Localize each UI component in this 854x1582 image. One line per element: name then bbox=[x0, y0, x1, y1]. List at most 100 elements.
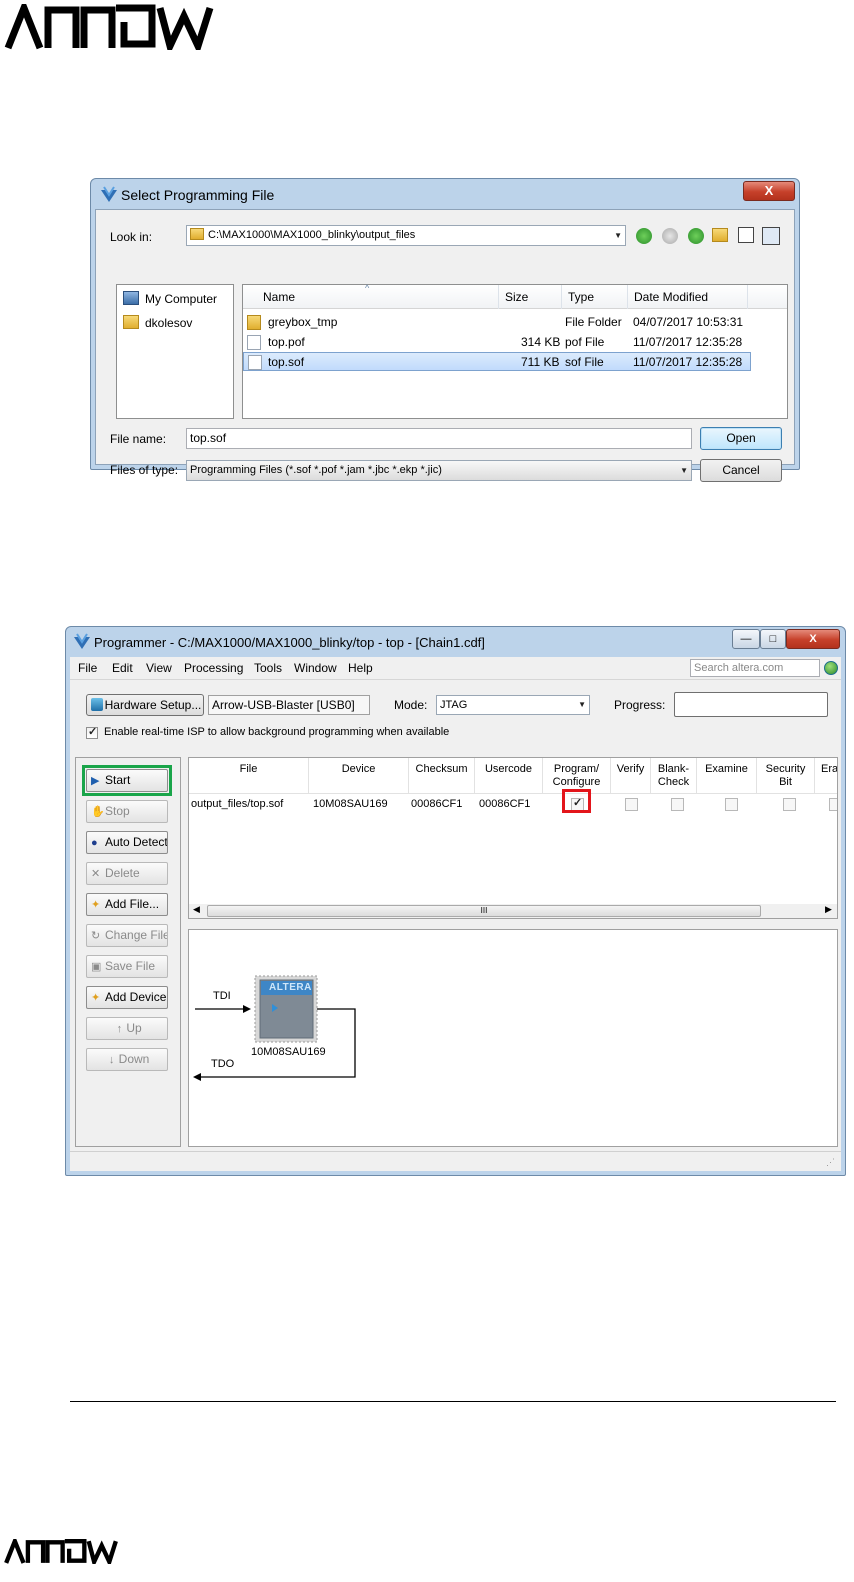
hardware-value: Arrow-USB-Blaster [USB0] bbox=[208, 695, 370, 715]
hardware-setup-button[interactable]: Hardware Setup... bbox=[86, 694, 204, 716]
place-my-computer[interactable]: My Computer bbox=[123, 291, 217, 306]
security-bit-checkbox[interactable] bbox=[783, 798, 796, 811]
save-file-icon: ▣ bbox=[91, 961, 102, 973]
down-button[interactable]: ↓ Down bbox=[86, 1048, 168, 1071]
computer-icon bbox=[123, 291, 139, 305]
files-of-type-value: Programming Files (*.sof *.pof *.jam *.j… bbox=[190, 464, 442, 476]
files-of-type-label: Files of type: bbox=[110, 463, 179, 477]
isp-checkbox[interactable] bbox=[86, 725, 98, 739]
dialog-close-button[interactable]: X bbox=[743, 181, 795, 201]
hardware-setup-label: Hardware Setup... bbox=[104, 698, 202, 712]
erase-checkbox[interactable] bbox=[829, 798, 837, 811]
progress-label: Progress: bbox=[614, 698, 666, 712]
tdo-arrow bbox=[193, 1073, 201, 1081]
up-folder-icon[interactable] bbox=[688, 228, 704, 244]
quartus-app-icon bbox=[101, 186, 117, 202]
header-device[interactable]: Device bbox=[309, 758, 409, 794]
globe-icon[interactable] bbox=[824, 661, 838, 675]
save-file-button[interactable]: ▣ Save File bbox=[86, 955, 168, 978]
hardware-icon bbox=[91, 698, 103, 711]
file-date: 11/07/2017 12:35:28 bbox=[633, 335, 743, 349]
cell-file[interactable]: output_files/top.sof bbox=[191, 798, 283, 810]
jtag-chain-view: ALTERA TDI TDO 10M08SAU169 bbox=[188, 929, 838, 1147]
scroll-right-icon[interactable]: ▶ bbox=[825, 904, 832, 915]
file-size: 711 KB bbox=[521, 355, 560, 369]
file-date: 11/07/2017 12:35:28 bbox=[633, 355, 743, 369]
files-of-type-combo[interactable]: Programming Files (*.sof *.pof *.jam *.j… bbox=[186, 460, 692, 481]
chevron-down-icon: ▼ bbox=[578, 700, 586, 709]
change-file-button[interactable]: ↻ Change File bbox=[86, 924, 168, 947]
header-examine[interactable]: Examine bbox=[697, 758, 757, 794]
place-dkolesov[interactable]: dkolesov bbox=[123, 315, 192, 330]
menu-bar: File Edit View Processing Tools Window H… bbox=[70, 657, 841, 679]
back-icon[interactable] bbox=[636, 228, 652, 244]
file-row-selected[interactable]: top.sof 711 KB sof File 11/07/2017 12:35… bbox=[243, 352, 751, 371]
chevron-down-icon: ▼ bbox=[614, 231, 622, 240]
mode-combo[interactable]: JTAG ▼ bbox=[436, 695, 590, 715]
file-name-field[interactable]: top.sof bbox=[186, 428, 692, 449]
add-device-button[interactable]: ✦ Add Device... bbox=[86, 986, 168, 1009]
auto-detect-button[interactable]: ● Auto Detect bbox=[86, 831, 168, 854]
file-date: 04/07/2017 10:53:31 bbox=[633, 315, 744, 329]
file-list-header: Name ^ Size Type Date Modified bbox=[243, 283, 787, 309]
menu-processing[interactable]: Processing bbox=[184, 661, 243, 675]
list-view-icon[interactable] bbox=[738, 227, 754, 243]
header-security-bit[interactable]: Security Bit bbox=[757, 758, 815, 794]
chip-label[interactable]: 10M08SAU169 bbox=[251, 1046, 326, 1058]
delete-button[interactable]: ✕ Delete bbox=[86, 862, 168, 885]
blank-check-checkbox[interactable] bbox=[671, 798, 684, 811]
up-button[interactable]: ↑ Up bbox=[86, 1017, 168, 1040]
menu-tools[interactable]: Tools bbox=[254, 661, 282, 675]
header-file[interactable]: File bbox=[189, 758, 309, 794]
menu-view[interactable]: View bbox=[146, 661, 172, 675]
file-type: pof File bbox=[565, 335, 605, 349]
file-size: 314 KB bbox=[521, 335, 561, 349]
forward-icon[interactable] bbox=[662, 228, 678, 244]
resize-grip-icon[interactable]: ⋰ bbox=[826, 1157, 835, 1168]
column-date-modified[interactable]: Date Modified bbox=[628, 285, 748, 309]
add-file-button[interactable]: ✦ Add File... bbox=[86, 893, 168, 916]
column-name[interactable]: Name bbox=[243, 285, 499, 309]
dialog-body: Look in: C:\MAX1000\MAX1000_blinky\outpu… bbox=[95, 209, 795, 482]
stop-label: Stop bbox=[105, 804, 130, 818]
folder-icon bbox=[190, 228, 204, 240]
maximize-button[interactable]: □ bbox=[760, 629, 786, 649]
header-verify[interactable]: Verify bbox=[611, 758, 651, 794]
cell-device[interactable]: 10M08SAU169 bbox=[313, 798, 388, 810]
header-blank-check[interactable]: Blank- Check bbox=[651, 758, 697, 794]
header-erase[interactable]: Eras bbox=[815, 758, 837, 794]
search-input[interactable]: Search altera.com bbox=[690, 659, 820, 677]
hardware-bar: Hardware Setup... Arrow-USB-Blaster [USB… bbox=[70, 679, 841, 749]
minimize-button[interactable]: — bbox=[732, 629, 760, 649]
verify-checkbox[interactable] bbox=[625, 798, 638, 811]
close-button[interactable]: X bbox=[786, 629, 840, 649]
file-type: File Folder bbox=[565, 315, 622, 329]
column-size[interactable]: Size bbox=[499, 285, 562, 309]
add-device-icon: ✦ bbox=[91, 992, 101, 1004]
file-row[interactable]: top.pof 314 KB pof File 11/07/2017 12:35… bbox=[243, 333, 751, 352]
menu-window[interactable]: Window bbox=[294, 661, 337, 675]
add-file-icon: ✦ bbox=[91, 899, 101, 911]
horizontal-scrollbar[interactable]: ◀ III ▶ bbox=[189, 904, 837, 918]
stop-button[interactable]: ✋Stop bbox=[86, 800, 168, 823]
place-label: My Computer bbox=[145, 292, 218, 306]
menu-help[interactable]: Help bbox=[348, 661, 373, 675]
file-list: Name ^ Size Type Date Modified greybox_t… bbox=[242, 283, 788, 419]
detail-view-icon[interactable] bbox=[762, 227, 780, 245]
look-in-combo[interactable]: C:\MAX1000\MAX1000_blinky\output_files ▼ bbox=[186, 225, 626, 246]
scroll-thumb[interactable]: III bbox=[207, 905, 761, 917]
file-row[interactable]: greybox_tmp File Folder 04/07/2017 10:53… bbox=[243, 313, 751, 332]
new-folder-icon[interactable] bbox=[712, 228, 728, 242]
open-button[interactable]: Open bbox=[700, 427, 782, 450]
examine-checkbox[interactable] bbox=[725, 798, 738, 811]
cancel-button[interactable]: Cancel bbox=[700, 459, 782, 482]
header-usercode[interactable]: Usercode bbox=[475, 758, 543, 794]
scroll-left-icon[interactable]: ◀ bbox=[193, 904, 200, 915]
menu-edit[interactable]: Edit bbox=[112, 661, 133, 675]
column-type[interactable]: Type bbox=[562, 285, 628, 309]
menu-file[interactable]: File bbox=[78, 661, 97, 675]
tdo-label: TDO bbox=[211, 1058, 235, 1070]
progress-bar bbox=[674, 692, 828, 717]
header-checksum[interactable]: Checksum bbox=[409, 758, 475, 794]
status-bar: ⋰ bbox=[70, 1151, 841, 1171]
